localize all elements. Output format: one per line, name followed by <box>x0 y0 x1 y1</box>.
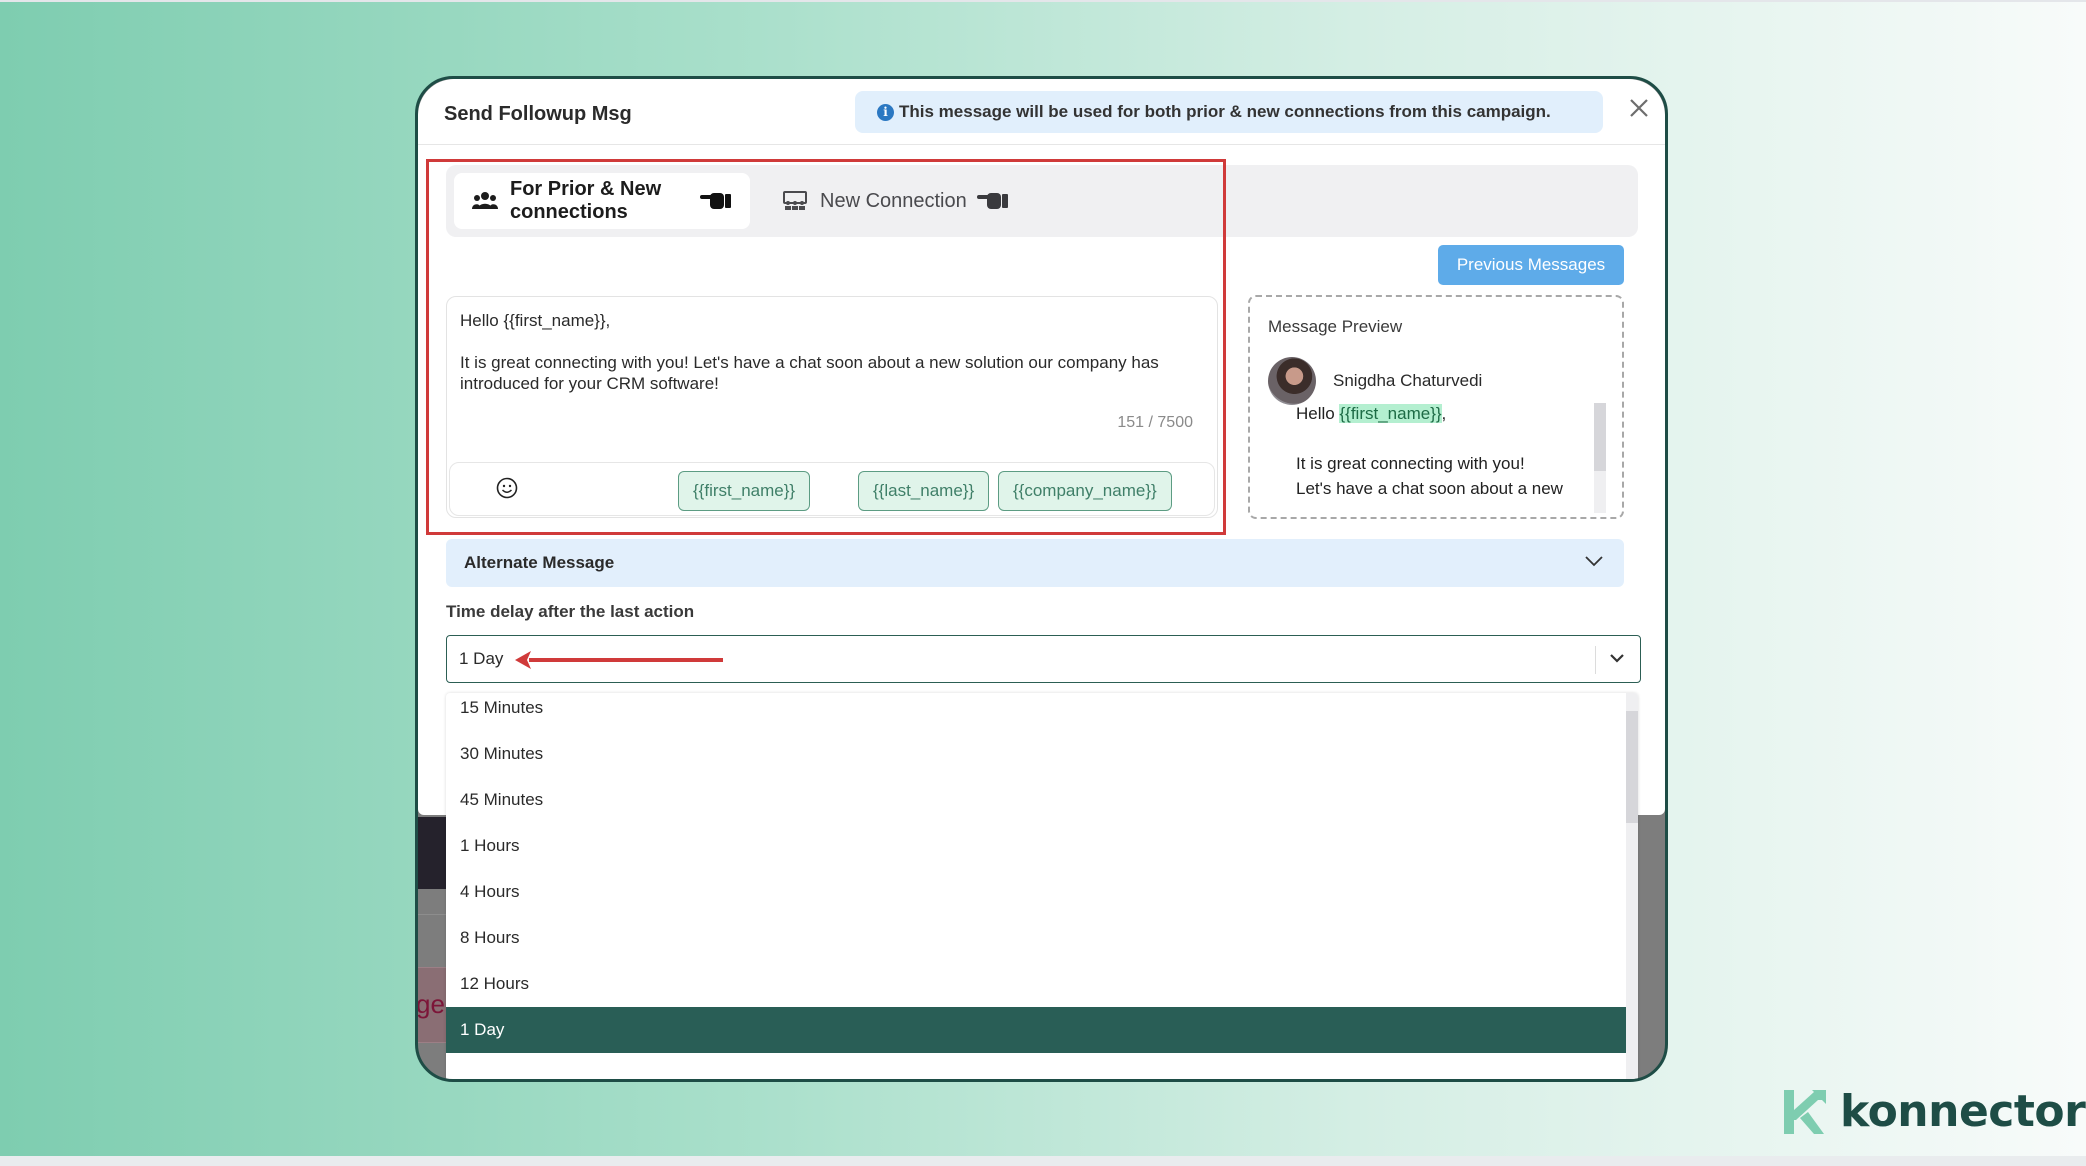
brand-name: konnector <box>1840 1086 2086 1137</box>
modal-header: Send Followup Msg i This message will be… <box>418 79 1665 145</box>
dropdown-option[interactable]: 45 Minutes <box>446 777 1626 823</box>
tab-prior-and-new-connections[interactable]: For Prior & New connections <box>454 173 750 229</box>
background-divider <box>418 914 448 915</box>
time-delay-dropdown: 15 Minutes 30 Minutes 45 Minutes 1 Hours… <box>446 693 1638 1079</box>
select-separator <box>1595 646 1596 674</box>
dropdown-option-selected[interactable]: 1 Day <box>446 1007 1626 1053</box>
dropdown-option[interactable]: 30 Minutes <box>446 731 1626 777</box>
pointing-hand-icon <box>700 189 732 213</box>
dropdown-scrollbar-thumb[interactable] <box>1626 711 1638 823</box>
time-delay-value: 1 Day <box>459 649 504 668</box>
message-editor[interactable]: Hello {{first_name}}, It is great connec… <box>446 296 1218 518</box>
dropdown-scrollbar[interactable] <box>1626 693 1638 1079</box>
message-preview: Message Preview Snigdha Chaturvedi Hello… <box>1248 295 1624 519</box>
preview-variable-highlight: {{first_name}} <box>1339 404 1442 423</box>
pointing-hand-icon <box>976 189 1009 213</box>
modal-frame: ge Send Followup Msg i This message will… <box>415 76 1668 1082</box>
info-banner-text: This message will be used for both prior… <box>899 102 1551 121</box>
alternate-message-accordion[interactable]: Alternate Message <box>446 539 1624 587</box>
time-delay-select[interactable]: 1 Day <box>446 635 1641 683</box>
preview-body: Hello {{first_name}}, It is great connec… <box>1296 401 1596 501</box>
background-text-fragment: ge <box>416 989 445 1019</box>
top-strip <box>0 0 2086 2</box>
bottom-strip <box>0 1156 2086 1166</box>
variable-company-name-button[interactable]: {{company_name}} <box>998 471 1172 511</box>
preview-title: Message Preview <box>1268 317 1403 336</box>
background-dark-band <box>418 817 448 889</box>
users-icon <box>472 190 498 212</box>
dropdown-option[interactable]: 1 Hours <box>446 823 1626 869</box>
preview-text: It is great connecting with you! Let's h… <box>1296 454 1563 498</box>
network-icon <box>782 190 808 212</box>
info-icon: i <box>877 103 894 121</box>
konnector-logo-icon <box>1784 1089 1826 1134</box>
tab-new-connection[interactable]: New Connection <box>764 173 1027 229</box>
variable-first-name-button[interactable]: {{first_name}} <box>678 471 811 511</box>
message-textarea[interactable]: Hello {{first_name}}, It is great connec… <box>460 310 1200 394</box>
close-button[interactable] <box>1624 95 1654 125</box>
alternate-message-label: Alternate Message <box>464 553 615 572</box>
smiley-icon <box>496 477 518 499</box>
preview-scrollbar[interactable] <box>1594 403 1606 513</box>
tab-label: For Prior & New connections <box>510 178 662 223</box>
dropdown-option[interactable]: 4 Hours <box>446 869 1626 915</box>
dropdown-option[interactable]: 12 Hours <box>446 961 1626 1007</box>
dropdown-option[interactable]: 15 Minutes <box>446 693 1626 731</box>
info-banner: i This message will be used for both pri… <box>855 91 1603 133</box>
konnector-logo: konnector <box>1782 1086 2086 1137</box>
sender-name: Snigdha Chaturvedi <box>1333 371 1483 390</box>
close-icon <box>1630 99 1648 117</box>
preview-scrollbar-thumb[interactable] <box>1594 403 1606 471</box>
modal-title: Send Followup Msg <box>444 103 632 125</box>
preview-greeting-suffix: , <box>1441 404 1447 423</box>
annotation-arrow-icon <box>513 648 723 677</box>
tabs-bar: For Prior & New connections New Connecti… <box>446 165 1638 237</box>
tab-label: New Connection <box>820 189 967 212</box>
preview-greeting: Hello <box>1296 404 1340 423</box>
avatar <box>1268 357 1316 405</box>
previous-messages-button[interactable]: Previous Messages <box>1438 245 1624 285</box>
chevron-down-icon[interactable] <box>1608 651 1626 670</box>
time-delay-label: Time delay after the last action <box>446 602 695 621</box>
editor-toolbar: {{first_name}} {{last_name}} {{company_n… <box>449 462 1215 516</box>
chevron-down-icon <box>1584 553 1604 573</box>
emoji-button[interactable] <box>496 477 518 505</box>
variable-last-name-button[interactable]: {{last_name}} <box>858 471 990 511</box>
dropdown-option[interactable]: 8 Hours <box>446 915 1626 961</box>
character-count: 151 / 7500 <box>1117 414 1193 431</box>
